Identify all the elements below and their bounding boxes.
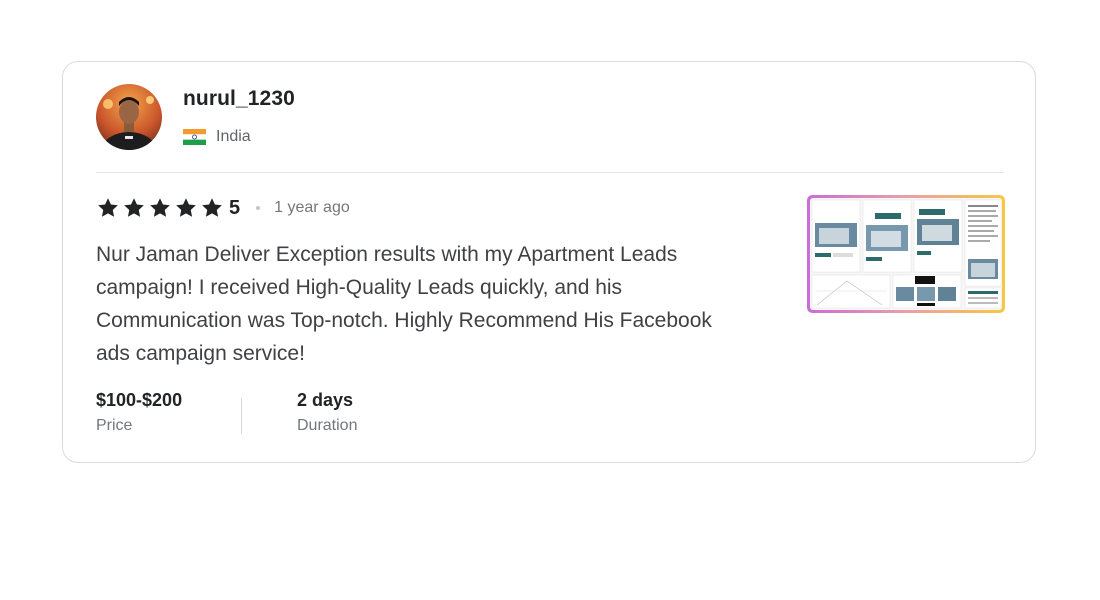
rating-row: 5 1 year ago <box>96 195 350 221</box>
country-name: India <box>216 128 251 145</box>
order-meta: $100-$200 Price 2 days Duration <box>96 388 357 438</box>
rating-value: 5 <box>229 196 241 219</box>
review-time: 1 year ago <box>274 199 350 216</box>
reviewer-header: nurul_1230 India <box>96 84 1004 173</box>
duration-info: 2 days Duration <box>242 388 357 438</box>
review-text: Nur Jaman Deliver Exception results with… <box>96 243 712 365</box>
separator-dot <box>256 206 261 210</box>
star-icon <box>176 198 196 217</box>
review-attachment-image[interactable] <box>807 195 1005 313</box>
reviewer-country: India <box>183 128 251 146</box>
reviewer-username[interactable]: nurul_1230 <box>183 87 295 111</box>
price-info: $100-$200 Price <box>96 390 242 434</box>
price-label: Price <box>96 417 133 434</box>
star-icon <box>150 198 170 217</box>
india-flag-icon <box>183 129 206 145</box>
price-value: $100-$200 <box>96 390 183 410</box>
duration-value: 2 days <box>297 390 354 410</box>
user-avatar-icon <box>96 84 162 150</box>
duration-label: Duration <box>297 417 358 434</box>
attachment-thumbnail-icon <box>807 195 1005 313</box>
review-card: nurul_1230 India 5 1 year ago Nur Jaman … <box>62 61 1036 463</box>
star-icon <box>202 198 222 217</box>
star-icon <box>98 198 118 217</box>
star-rating <box>96 196 224 220</box>
reviewer-avatar[interactable] <box>96 84 162 150</box>
star-icon <box>124 198 144 217</box>
